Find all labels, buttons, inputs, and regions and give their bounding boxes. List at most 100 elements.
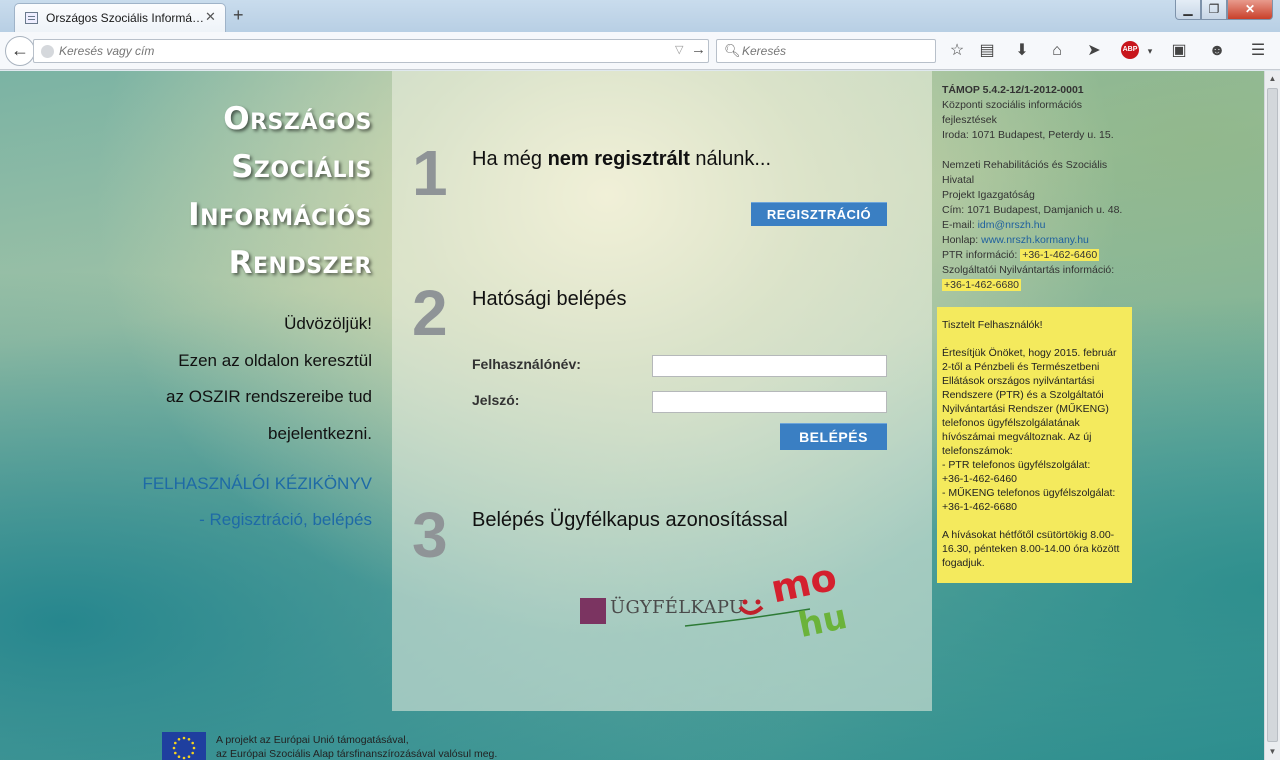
site-title-line: Országos xyxy=(223,101,372,137)
password-label: Jelszó: xyxy=(472,392,520,408)
send-icon[interactable]: ➤ xyxy=(1083,40,1105,62)
email-label: E-mail: xyxy=(942,219,978,231)
back-arrow-icon: ← xyxy=(11,40,29,60)
page-content: Országos Szociális Információs Rendszer … xyxy=(0,71,1264,760)
dropdown-icon[interactable]: ▽ xyxy=(675,43,683,56)
ptr-row: PTR információ: +36-1-462-6460 xyxy=(942,248,1127,263)
notice-ptr-line: - PTR telefonos ügyfélszolgálat: xyxy=(942,459,1091,471)
welcome-line: Üdvözöljük! xyxy=(284,314,372,333)
scroll-up-icon[interactable]: ▲ xyxy=(1265,74,1280,83)
screenshot-icon[interactable]: ▣ xyxy=(1168,40,1190,62)
password-field[interactable] xyxy=(652,391,887,413)
page-scrollbar[interactable]: ▲ ▼ xyxy=(1264,71,1280,760)
footer-text: A projekt az Európai Unió támogatásával,… xyxy=(216,733,497,760)
notice-box: Tisztelt Felhasználók! Értesítjük Önöket… xyxy=(937,307,1132,583)
globe-icon xyxy=(41,45,54,58)
login-button[interactable]: BELÉPÉS xyxy=(780,423,887,450)
notice-greeting: Tisztelt Felhasználók! xyxy=(942,319,1043,331)
download-icon[interactable]: ⬇ xyxy=(1011,40,1033,62)
reading-list-icon[interactable]: ▤ xyxy=(976,40,998,62)
site-title-line: Információs xyxy=(188,197,372,233)
org-name: Nemzeti Rehabilitációs és Szociális Hiva… xyxy=(942,159,1108,186)
dept-name: Projekt Igazgatóság xyxy=(942,189,1035,201)
step-1-title: Ha még nem regisztrált nálunk... xyxy=(472,148,771,171)
welcome-line: bejelentkezni. xyxy=(268,423,372,443)
web-label: Honlap: xyxy=(942,234,982,246)
search-icon: 🔍︎ xyxy=(724,43,741,58)
contact-info: TÁMOP 5.4.2-12/1-2012-0001 Központi szoc… xyxy=(942,83,1127,293)
step-1-title-bold: nem regisztrált xyxy=(547,148,690,170)
go-arrow-icon[interactable]: → xyxy=(691,41,706,58)
page-favicon-icon xyxy=(25,12,38,24)
office-address: Iroda: 1071 Budapest, Peterdy u. 15. xyxy=(942,129,1114,141)
nav-toolbar: ← ▽ → 🔍︎ ☆ ▤ ⬇ ⌂ ➤ ▾ ▣ ☻ ☰ xyxy=(0,32,1280,70)
maximize-button[interactable]: ❐ xyxy=(1201,0,1227,20)
footer-line-1: A projekt az Európai Unió támogatásával, xyxy=(216,734,409,746)
welcome-line: az OSZIR rendszereibe tud xyxy=(166,387,372,406)
restore-icon: ❐ xyxy=(1208,2,1220,16)
url-input[interactable] xyxy=(59,42,659,60)
tab-close-icon[interactable]: ✕ xyxy=(205,9,216,25)
ptr-label: PTR információ: xyxy=(942,249,1021,261)
scroll-thumb[interactable] xyxy=(1267,88,1278,742)
footer-line-2: az Európai Szociális Alap társfinanszíro… xyxy=(216,748,498,760)
notice-body: Értesítjük Önöket, hogy 2015. február 2-… xyxy=(942,347,1117,457)
notice-mukeng-phone: +36-1-462-6680 xyxy=(942,501,1018,513)
title-bar: Országos Szociális Informá… ✕ + ▁ ❐ ✕ xyxy=(0,0,1280,32)
search-input[interactable] xyxy=(742,42,922,60)
szny-label: Szolgáltatói Nyilvántartás információ: xyxy=(942,264,1115,276)
step-2-title: Hatósági belépés xyxy=(472,288,627,310)
scroll-down-icon[interactable]: ▼ xyxy=(1265,747,1280,756)
adblock-icon[interactable]: ABP xyxy=(1121,41,1139,59)
notice-mukeng-line: - MŰKENG telefonos ügyfélszolgálat: xyxy=(942,487,1116,499)
tab-title: Országos Szociális Informá… xyxy=(46,11,205,25)
website-link[interactable]: www.nrszh.kormany.hu xyxy=(981,234,1089,246)
mohu-logo-icon: mo hu xyxy=(684,559,851,639)
step-1-title-pre: Ha még xyxy=(472,148,548,170)
username-label: Felhasználónév: xyxy=(472,356,581,372)
email-link[interactable]: idm@nrszh.hu xyxy=(978,219,1046,231)
site-title-line: Szociális xyxy=(231,149,372,185)
web-row: Honlap: www.nrszh.kormany.hu xyxy=(942,233,1127,248)
username-field[interactable] xyxy=(652,355,887,377)
welcome-line: Ezen az oldalon keresztül xyxy=(178,350,372,370)
szny-phone: +36-1-462-6680 xyxy=(942,279,1022,291)
step-3-title: Belépés Ügyfélkapus azonosítással xyxy=(472,509,788,531)
close-window-button[interactable]: ✕ xyxy=(1227,0,1273,20)
star-icon[interactable]: ☆ xyxy=(946,40,968,62)
register-button[interactable]: REGISZTRÁCIÓ xyxy=(751,202,887,226)
adblock-dropdown-icon[interactable]: ▾ xyxy=(1139,40,1161,62)
eu-flag-icon xyxy=(162,732,206,760)
url-bar[interactable]: ▽ → xyxy=(33,39,709,63)
email-row: E-mail: idm@nrszh.hu xyxy=(942,218,1127,233)
new-tab-button[interactable]: + xyxy=(233,5,244,26)
registration-login-link[interactable]: - Regisztráció, belépés xyxy=(60,510,372,530)
chat-icon[interactable]: ☻ xyxy=(1206,40,1228,62)
project-code: TÁMOP 5.4.2-12/1-2012-0001 xyxy=(942,84,1084,96)
home-icon[interactable]: ⌂ xyxy=(1046,40,1068,62)
szny-row: +36-1-462-6680 xyxy=(942,278,1127,293)
close-icon: ✕ xyxy=(1244,2,1256,16)
step-number: 3 xyxy=(412,499,448,571)
org-address: Cím: 1071 Budapest, Damjanich u. 48. xyxy=(942,204,1123,216)
project-desc: Központi szociális információs fejleszté… xyxy=(942,99,1083,126)
ugyfelkapu-logo-link[interactable]: ÜGYFÉLKAPU mo hu xyxy=(580,559,890,639)
menu-icon[interactable]: ☰ xyxy=(1247,40,1269,62)
notice-ptr-phone: +36-1-462-6460 xyxy=(942,473,1018,485)
welcome-text: Üdvözöljük! Ezen az oldalon keresztül az… xyxy=(100,306,372,452)
minimize-icon: ▁ xyxy=(1183,2,1193,16)
browser-tab[interactable]: Országos Szociális Informá… ✕ xyxy=(14,3,226,32)
footer: A projekt az Európai Unió támogatásával,… xyxy=(162,731,762,760)
step-number: 2 xyxy=(412,277,448,349)
site-title-line: Rendszer xyxy=(228,245,372,281)
minimize-button[interactable]: ▁ xyxy=(1175,0,1201,20)
step-number: 1 xyxy=(412,137,448,209)
user-manual-link[interactable]: FELHASZNÁLÓI KÉZIKÖNYV xyxy=(60,474,372,494)
login-panel: 1 Ha még nem regisztrált nálunk... REGIS… xyxy=(392,71,932,711)
search-bar[interactable]: 🔍︎ xyxy=(716,39,936,63)
step-1-title-post: nálunk... xyxy=(689,148,772,170)
site-title: Országos Szociális Információs Rendszer xyxy=(110,95,372,287)
back-button[interactable]: ← xyxy=(5,36,35,66)
ptr-phone: +36-1-462-6460 xyxy=(1020,249,1100,261)
